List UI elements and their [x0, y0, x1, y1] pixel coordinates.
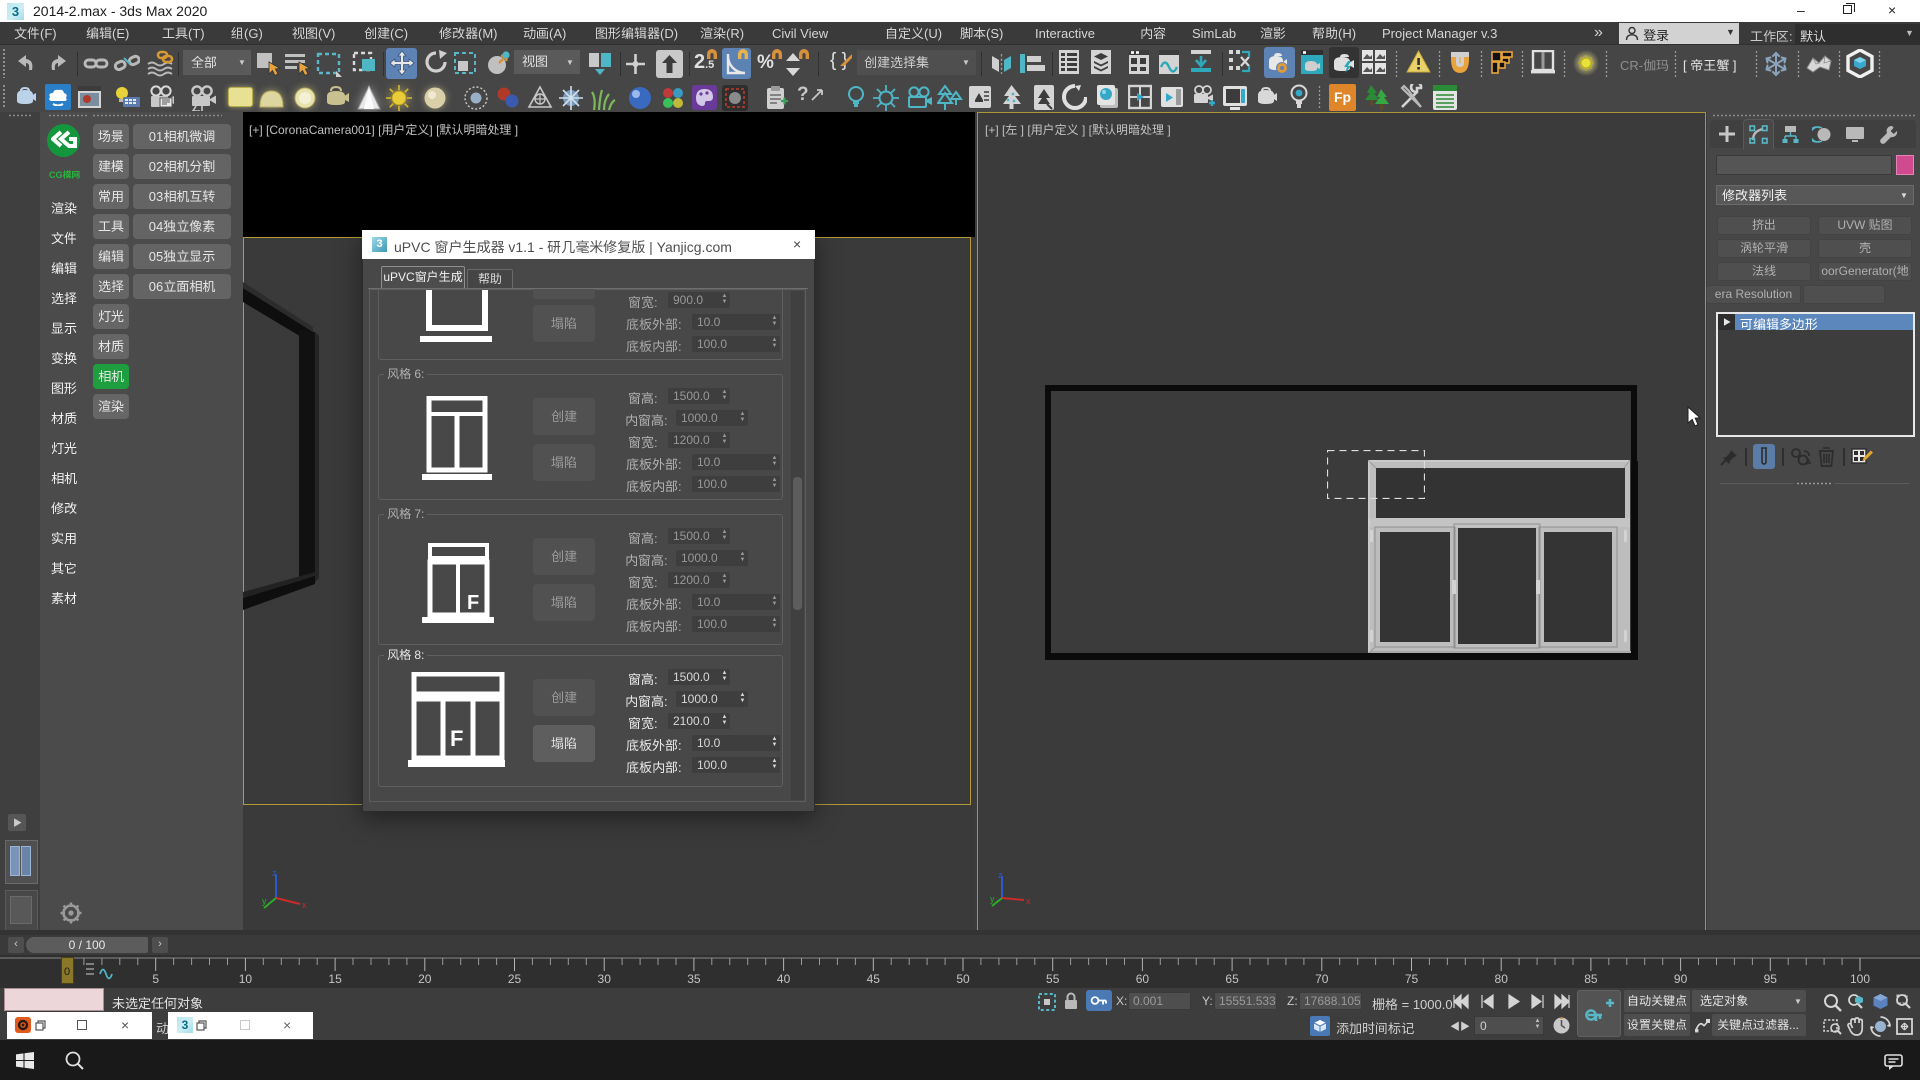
svg-text:50: 50 [956, 972, 970, 986]
svg-text:55: 55 [1046, 972, 1060, 986]
svg-text:F: F [467, 592, 479, 614]
svg-text:80: 80 [1495, 972, 1509, 986]
svg-text:90: 90 [1674, 972, 1688, 986]
svg-text:x: x [302, 900, 307, 910]
svg-text:30: 30 [598, 972, 612, 986]
svg-text:85: 85 [1584, 972, 1598, 986]
svg-text:y: y [990, 894, 995, 904]
svg-text:100: 100 [1850, 972, 1870, 986]
svg-text:20: 20 [418, 972, 432, 986]
svg-text:70: 70 [1315, 972, 1329, 986]
svg-text:y: y [262, 896, 267, 906]
svg-text:10: 10 [239, 972, 253, 986]
svg-text:35: 35 [687, 972, 701, 986]
svg-text:45: 45 [867, 972, 881, 986]
svg-text:z: z [272, 868, 277, 878]
svg-text:40: 40 [777, 972, 791, 986]
svg-text:z: z [998, 870, 1003, 880]
svg-text:60: 60 [1136, 972, 1150, 986]
svg-text:25: 25 [508, 972, 522, 986]
svg-text:F: F [450, 726, 463, 751]
svg-text:75: 75 [1405, 972, 1419, 986]
svg-text:65: 65 [1225, 972, 1239, 986]
svg-text:95: 95 [1764, 972, 1778, 986]
svg-text:5: 5 [152, 972, 159, 986]
svg-text:15: 15 [328, 972, 342, 986]
svg-text:x: x [1026, 896, 1031, 906]
